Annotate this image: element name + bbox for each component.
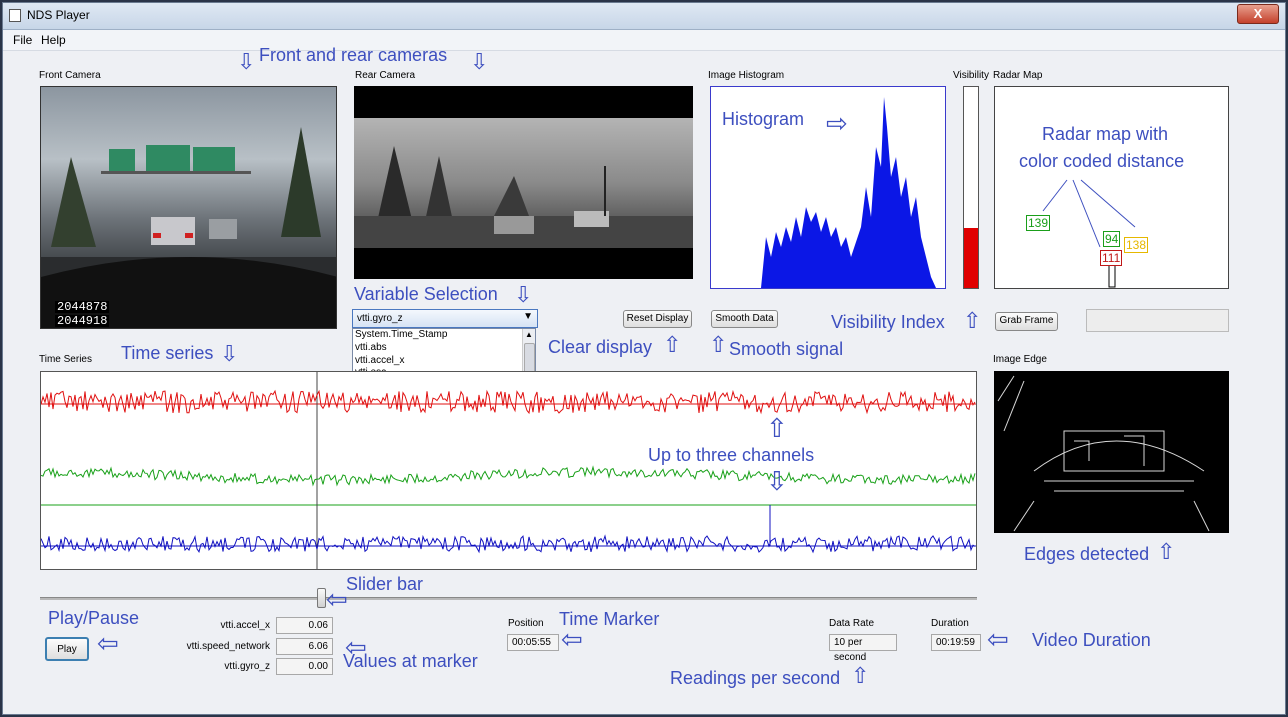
visibility-label: Visibility [953, 70, 989, 81]
app-icon [9, 9, 21, 22]
smooth-data-button[interactable]: Smooth Data [711, 310, 778, 328]
left-arrow-icon: ⇦ [987, 624, 1009, 654]
up-arrow-icon: ⇧ [963, 308, 982, 333]
menu-bar: File Help [3, 30, 1285, 51]
rear-camera-view [354, 86, 693, 279]
front-camera-view: 2044878 2044918 [40, 86, 337, 329]
variable-select-value: vtti.gyro_z [357, 313, 403, 324]
annotation-time-series: Time series [121, 343, 214, 363]
down-arrow-icon: ⇩ [514, 282, 533, 307]
rear-camera-label: Rear Camera [355, 70, 416, 81]
variable-option[interactable]: System.Time_Stamp [353, 329, 535, 342]
up-arrow-icon: ⇧ [709, 332, 728, 357]
duration-label: Duration [931, 618, 969, 629]
annotation-visibility-index: Visibility Index [831, 312, 945, 332]
variable-select[interactable]: vtti.gyro_z ▼ [352, 309, 538, 328]
radar-distance-tag: 138 [1124, 237, 1149, 253]
annotation-front-rear: Front and rear cameras [259, 45, 448, 65]
marker-var-2-name: vtti.speed_network [186, 641, 270, 652]
grab-frame-output [1086, 309, 1229, 332]
time-slider-track[interactable] [40, 597, 977, 600]
play-button[interactable]: Play [45, 637, 89, 661]
channel-line [41, 389, 976, 415]
right-arrow-icon: ⇨ [826, 108, 848, 138]
frame-counter-bottom: 2044918 [55, 314, 110, 328]
chevron-down-icon: ▼ [523, 311, 533, 322]
time-series-label: Time Series [39, 354, 92, 365]
menu-help[interactable]: Help [41, 33, 66, 47]
time-slider-thumb[interactable] [317, 588, 327, 608]
image-edge-view [994, 371, 1229, 533]
marker-var-1-name: vtti.accel_x [220, 620, 270, 631]
duration-value: 00:19:59 [931, 634, 981, 651]
window-title: NDS Player [27, 8, 90, 22]
visibility-level [964, 227, 978, 288]
grab-frame-button[interactable]: Grab Frame [995, 312, 1058, 331]
variable-option[interactable]: vtti.accel_x [353, 355, 535, 368]
down-arrow-icon: ⇩ [470, 49, 489, 74]
data-rate-label: Data Rate [829, 618, 875, 629]
down-arrow-icon: ⇩ [766, 466, 788, 496]
time-series-plot [40, 371, 977, 570]
left-arrow-icon: ⇦ [97, 628, 119, 658]
up-arrow-icon: ⇧ [851, 663, 870, 688]
annotation-three-channels: Up to three channels [648, 445, 815, 465]
annotation-smooth-signal: Smooth signal [729, 339, 844, 359]
radar-distance-tag: 139 [1026, 215, 1051, 231]
marker-var-2-value: 6.06 [276, 638, 333, 655]
up-arrow-icon: ⇧ [1157, 539, 1176, 564]
annotation-play-pause: Play/Pause [48, 608, 140, 628]
radar-distance-tag: 111 [1100, 250, 1123, 266]
marker-var-1-value: 0.06 [276, 617, 333, 634]
radar-map-label: Radar Map [993, 70, 1043, 81]
marker-var-3-value: 0.00 [276, 658, 333, 675]
variable-option[interactable]: vtti.abs [353, 342, 535, 355]
marker-var-3-name: vtti.gyro_z [224, 661, 270, 672]
channel-line [41, 465, 976, 487]
menu-file[interactable]: File [13, 33, 32, 47]
annotation-clear-display: Clear display [548, 337, 653, 357]
annotation-video-duration: Video Duration [1032, 630, 1151, 650]
visibility-meter [963, 86, 979, 289]
position-value: 00:05:55 [507, 634, 559, 651]
channel-line [41, 534, 976, 554]
position-label: Position [508, 618, 544, 629]
left-arrow-icon: ⇦ [326, 584, 348, 614]
annotation-radar-2: color coded distance [1019, 151, 1185, 171]
front-camera-label: Front Camera [39, 70, 101, 81]
data-rate-value: 10 per second [829, 634, 897, 663]
close-button[interactable]: X [1237, 4, 1279, 24]
annotation-variable-selection: Variable Selection [354, 284, 498, 304]
reset-display-button[interactable]: Reset Display [623, 310, 692, 328]
left-arrow-icon: ⇦ [561, 624, 583, 654]
radar-map: 139 94 111 138 [994, 86, 1229, 289]
image-edge-label: Image Edge [993, 354, 1047, 365]
frame-counter-top: 2044878 [55, 300, 110, 314]
annotation-edges: Edges detected [1024, 544, 1150, 564]
down-arrow-icon: ⇩ [220, 341, 239, 366]
annotation-readings-per-second: Readings per second [670, 668, 841, 688]
annotation-histogram: Histogram [722, 109, 805, 129]
radar-distance-tag: 94 [1103, 231, 1121, 247]
title-bar: NDS Player X [3, 3, 1285, 30]
annotation-slider: Slider bar [346, 574, 424, 594]
up-arrow-icon: ⇧ [766, 413, 788, 443]
image-histogram-label: Image Histogram [708, 70, 785, 81]
annotation-radar-1: Radar map with [1042, 124, 1169, 144]
scroll-up-icon[interactable]: ▲ [523, 329, 535, 341]
down-arrow-icon: ⇩ [237, 49, 256, 74]
up-arrow-icon: ⇧ [663, 332, 682, 357]
annotation-values-at-marker: Values at marker [343, 651, 478, 671]
